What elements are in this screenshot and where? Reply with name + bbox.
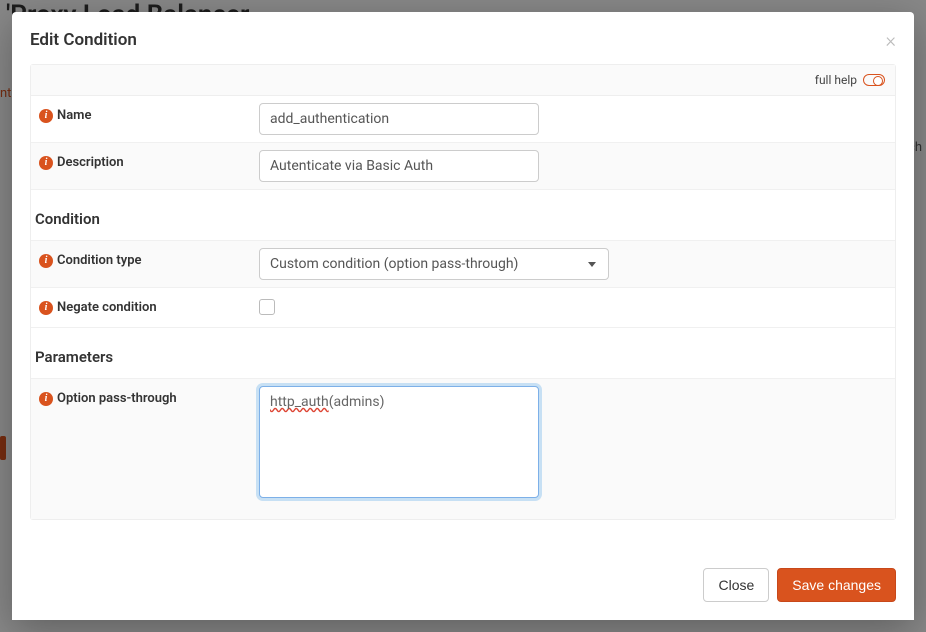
section-title-condition: Condition <box>31 190 895 240</box>
label-condition-type: i Condition type <box>31 241 241 280</box>
edit-condition-modal: Edit Condition × full help i Name <box>12 12 914 620</box>
row-condition-type: i Condition type Custom condition (optio… <box>31 240 895 288</box>
full-help-toggle[interactable] <box>863 74 885 86</box>
label-passthrough-text: Option pass-through <box>57 391 177 406</box>
save-button[interactable]: Save changes <box>777 568 896 602</box>
modal-footer: Close Save changes <box>12 552 914 620</box>
negate-checkbox[interactable] <box>259 299 275 315</box>
label-condition-type-text: Condition type <box>57 253 142 268</box>
row-name: i Name <box>31 96 895 143</box>
row-passthrough: i Option pass-through http_auth(admins) <box>31 378 895 519</box>
label-negate: i Negate condition <box>31 288 241 327</box>
info-icon[interactable]: i <box>39 392 53 406</box>
chevron-down-icon <box>588 262 596 267</box>
name-input[interactable] <box>259 103 539 135</box>
label-negate-text: Negate condition <box>57 300 157 315</box>
close-icon[interactable]: × <box>886 30 896 50</box>
viewport: 'Proxy Load Balancer nt ch Edit Conditio… <box>0 0 926 632</box>
panel-toolbar: full help <box>31 65 895 96</box>
description-input[interactable] <box>259 150 539 182</box>
label-description-text: Description <box>57 155 124 170</box>
modal-body: full help i Name i Description <box>12 64 914 552</box>
info-icon[interactable]: i <box>39 254 53 268</box>
info-icon[interactable]: i <box>39 301 53 315</box>
info-icon[interactable]: i <box>39 109 53 123</box>
label-name-text: Name <box>57 108 91 123</box>
close-button[interactable]: Close <box>703 568 769 602</box>
condition-type-select[interactable]: Custom condition (option pass-through) <box>259 248 609 280</box>
info-icon[interactable]: i <box>39 156 53 170</box>
full-help-label: full help <box>815 73 857 87</box>
label-description: i Description <box>31 143 241 182</box>
condition-type-value: Custom condition (option pass-through) <box>270 256 518 272</box>
row-negate: i Negate condition <box>31 288 895 328</box>
label-passthrough: i Option pass-through <box>31 379 241 418</box>
modal-title: Edit Condition <box>30 30 137 50</box>
label-name: i Name <box>31 96 241 135</box>
section-title-parameters: Parameters <box>31 328 895 378</box>
passthrough-textarea[interactable] <box>259 386 539 498</box>
row-description: i Description <box>31 143 895 190</box>
modal-header: Edit Condition × <box>12 12 914 64</box>
form-panel: full help i Name i Description <box>30 64 896 520</box>
